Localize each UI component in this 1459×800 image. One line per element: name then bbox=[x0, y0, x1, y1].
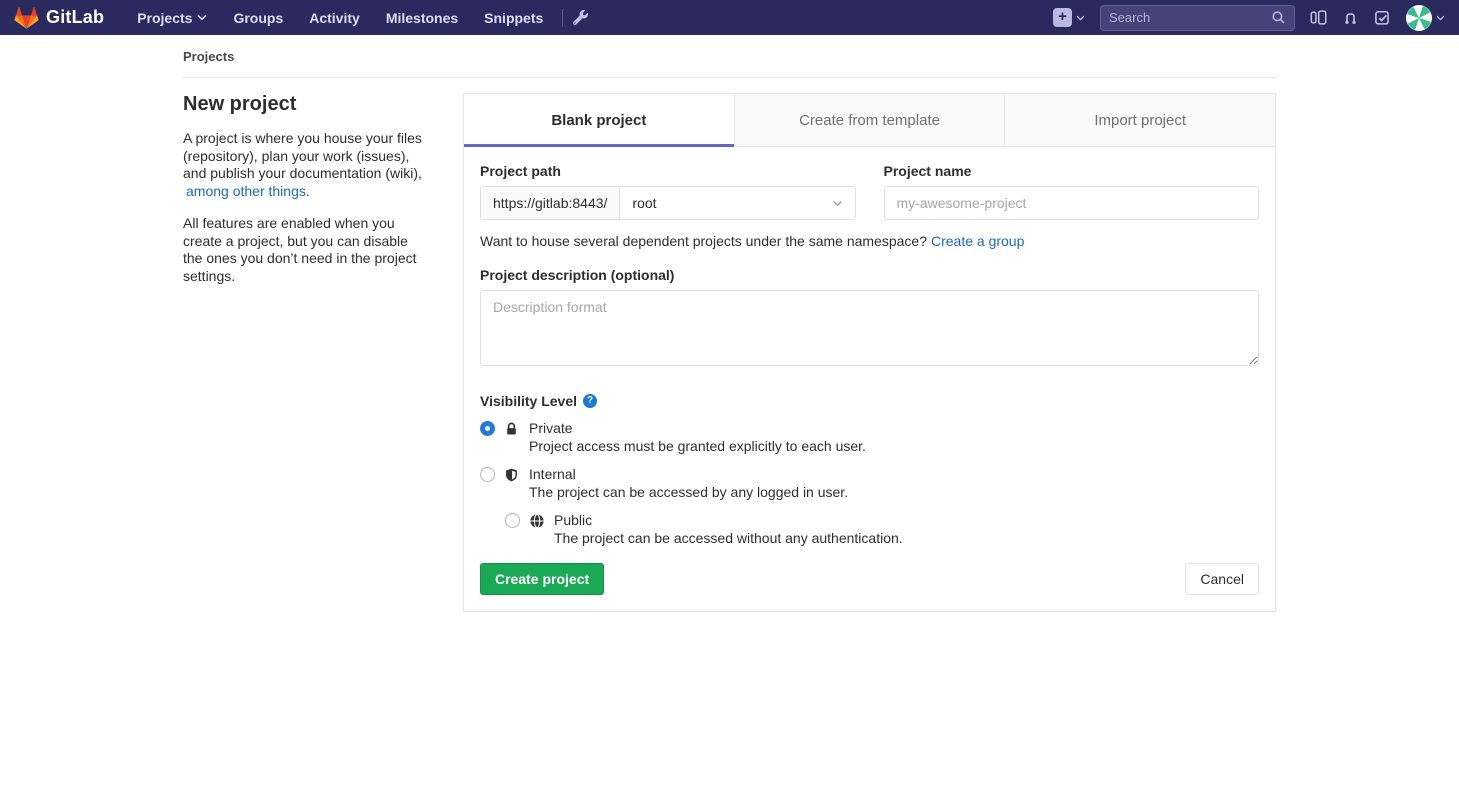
nav-divider bbox=[562, 9, 563, 27]
gitlab-logo[interactable]: GitLab bbox=[14, 6, 104, 30]
plus-icon: + bbox=[1053, 8, 1072, 27]
intro-paragraph-1: A project is where you house your files … bbox=[183, 130, 430, 200]
breadcrumb-projects[interactable]: Projects bbox=[183, 49, 234, 64]
visibility-option-public: Public The project can be accessed witho… bbox=[480, 512, 1259, 547]
chevron-down-icon bbox=[832, 200, 843, 207]
chevron-down-icon bbox=[1076, 15, 1085, 21]
project-type-tabs: Blank project Create from template Impor… bbox=[464, 94, 1275, 147]
nav-item-projects[interactable]: Projects bbox=[128, 10, 216, 26]
radio-public[interactable] bbox=[505, 513, 520, 528]
chevron-down-icon bbox=[1436, 15, 1445, 21]
breadcrumb-bar: Projects bbox=[183, 35, 1276, 78]
user-menu-button[interactable] bbox=[1406, 5, 1445, 31]
create-group-link[interactable]: Create a group bbox=[931, 233, 1024, 249]
description-textarea[interactable] bbox=[480, 290, 1259, 366]
todo-check-icon bbox=[1374, 9, 1391, 26]
visibility-name: Internal bbox=[529, 466, 576, 482]
tab-create-from-template[interactable]: Create from template bbox=[735, 94, 1006, 146]
wrench-icon bbox=[573, 10, 588, 25]
radio-internal[interactable] bbox=[480, 467, 495, 482]
visibility-label: Visibility Level ? bbox=[480, 393, 1259, 409]
intro-paragraph-2: All features are enabled when you create… bbox=[183, 215, 430, 285]
logo-text: GitLab bbox=[46, 7, 104, 28]
namespace-selected-value: root bbox=[632, 195, 656, 211]
issues-button[interactable] bbox=[1310, 9, 1327, 26]
intro-column: New project A project is where you house… bbox=[183, 93, 430, 612]
lock-icon bbox=[504, 421, 520, 437]
nav-item-groups[interactable]: Groups bbox=[224, 10, 292, 26]
tab-import-project[interactable]: Import project bbox=[1005, 94, 1275, 146]
globe-icon bbox=[529, 513, 545, 529]
visibility-description: The project can be accessed by any logge… bbox=[529, 484, 848, 500]
project-name-input[interactable] bbox=[884, 186, 1260, 220]
shield-icon bbox=[504, 467, 520, 483]
merge-request-icon bbox=[1342, 9, 1359, 26]
visibility-name: Private bbox=[529, 420, 573, 436]
visibility-option-private: Private Project access must be granted e… bbox=[480, 420, 1259, 455]
search-icon bbox=[1271, 10, 1286, 25]
nav-item-snippets[interactable]: Snippets bbox=[475, 10, 552, 26]
project-name-field: Project name bbox=[884, 163, 1260, 220]
visibility-name: Public bbox=[554, 512, 592, 528]
search-input[interactable] bbox=[1109, 10, 1271, 25]
search-box bbox=[1100, 5, 1295, 31]
visibility-description: Project access must be granted explicitl… bbox=[529, 438, 866, 454]
new-menu-button[interactable]: + bbox=[1053, 8, 1085, 27]
description-label: Project description (optional) bbox=[480, 267, 1259, 283]
project-path-label: Project path bbox=[480, 163, 856, 179]
help-icon[interactable]: ? bbox=[583, 394, 597, 408]
page-title: New project bbox=[183, 93, 430, 116]
todos-button[interactable] bbox=[1374, 9, 1391, 26]
nav-item-activity[interactable]: Activity bbox=[300, 10, 369, 26]
merge-requests-button[interactable] bbox=[1342, 9, 1359, 26]
new-project-panel: Blank project Create from template Impor… bbox=[463, 93, 1276, 612]
create-project-button[interactable]: Create project bbox=[480, 563, 604, 595]
project-name-label: Project name bbox=[884, 163, 1260, 179]
visibility-description: The project can be accessed without any … bbox=[554, 530, 903, 546]
visibility-option-internal: Internal The project can be accessed by … bbox=[480, 466, 1259, 501]
tab-blank-project[interactable]: Blank project bbox=[464, 94, 735, 146]
avatar bbox=[1406, 5, 1432, 31]
project-path-field: Project path https://gitlab:8443/ root bbox=[480, 163, 856, 220]
tanuki-icon bbox=[14, 6, 39, 30]
admin-area-button[interactable] bbox=[573, 10, 588, 25]
radio-private[interactable] bbox=[480, 421, 495, 436]
namespace-hint: Want to house several dependent projects… bbox=[480, 233, 1259, 249]
chevron-down-icon bbox=[197, 14, 207, 21]
top-navbar: GitLab Projects Groups Activity Mileston… bbox=[0, 0, 1459, 35]
nav-item-milestones[interactable]: Milestones bbox=[377, 10, 467, 26]
primary-nav: Projects Groups Activity Milestones Snip… bbox=[128, 10, 552, 26]
cancel-button[interactable]: Cancel bbox=[1185, 563, 1259, 595]
url-prefix: https://gitlab:8443/ bbox=[481, 187, 620, 219]
namespace-select[interactable]: root bbox=[620, 187, 854, 219]
among-other-things-link[interactable]: among other things bbox=[186, 183, 306, 199]
issues-icon bbox=[1310, 9, 1327, 26]
